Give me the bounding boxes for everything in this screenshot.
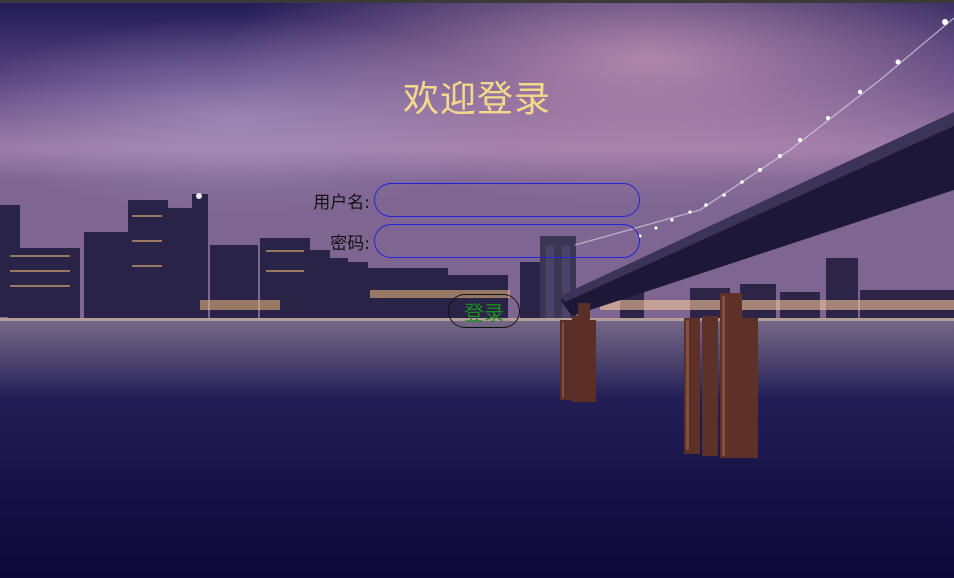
password-row: 密码: — [300, 223, 640, 259]
username-label: 用户名: — [313, 192, 370, 213]
login-button[interactable]: 登录 — [448, 294, 520, 328]
window-top-border — [0, 0, 954, 3]
page-title: 欢迎登录 — [402, 79, 551, 120]
password-input[interactable] — [374, 224, 640, 258]
username-row: 用户名: — [300, 182, 640, 218]
password-label: 密码: — [330, 233, 370, 254]
username-input[interactable] — [374, 183, 640, 217]
